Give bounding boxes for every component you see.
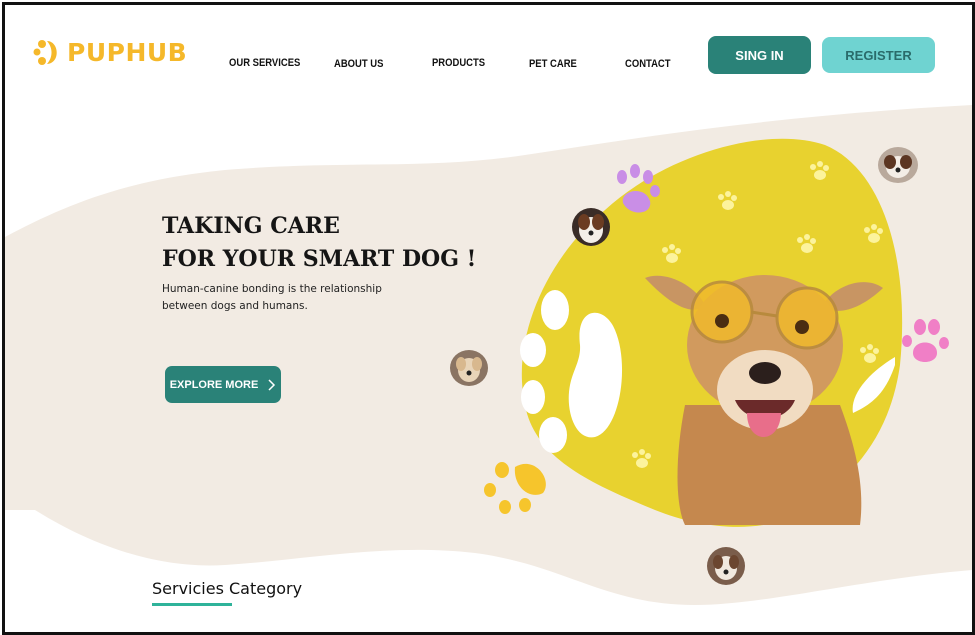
page-frame: PUPHUB OUR SERVICES ABOUT US PRODUCTS PE…	[2, 2, 975, 635]
dog-avatar-icon	[572, 208, 610, 246]
dog-avatar-icon	[707, 547, 745, 585]
section-underline	[152, 603, 232, 606]
gold-paw-icon	[484, 462, 546, 514]
dog-avatar-thumbnail	[878, 147, 918, 183]
dog-avatar-icon	[878, 147, 918, 183]
pink-paw-icon	[902, 319, 949, 362]
dog-avatar-thumbnail	[707, 547, 745, 585]
dog-avatar-icon	[450, 350, 488, 386]
dog-avatar-thumbnail	[450, 350, 488, 386]
dog-avatar-thumbnail	[572, 208, 610, 246]
hero-illustration	[484, 138, 949, 527]
services-category-title: Servicies Category	[152, 579, 303, 598]
